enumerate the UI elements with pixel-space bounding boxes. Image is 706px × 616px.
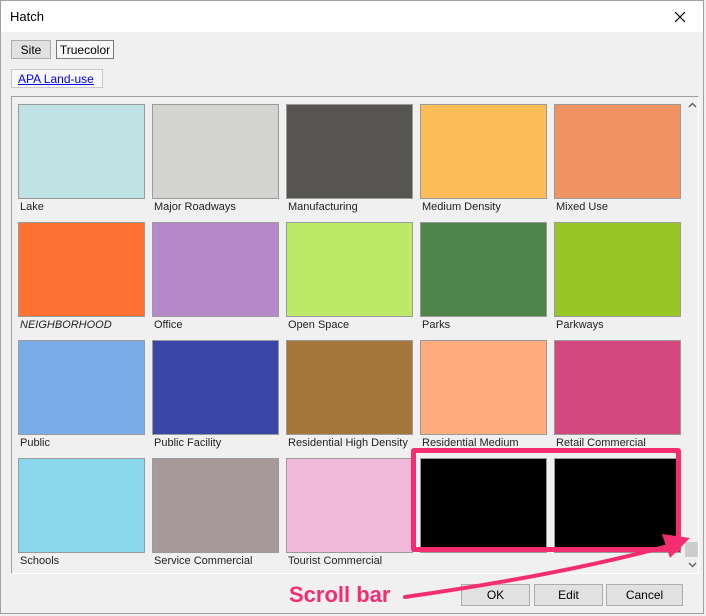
close-icon (674, 11, 686, 22)
swatch-cell[interactable]: Residential Medium (420, 340, 548, 455)
edit-button-label: Edit (558, 588, 579, 602)
swatch-cell[interactable]: Public (18, 340, 146, 455)
swatch-color[interactable] (420, 340, 547, 435)
swatch-color[interactable] (152, 340, 279, 435)
swatch-cell[interactable] (554, 458, 682, 573)
swatch-label: Parks (422, 319, 451, 331)
scroll-down-button[interactable] (684, 557, 698, 573)
chevron-up-icon (688, 102, 696, 108)
swatch-color[interactable] (554, 458, 681, 553)
swatch-color[interactable] (420, 458, 547, 553)
swatch-label: Lake (20, 201, 44, 213)
swatch-cell[interactable]: NEIGHBORHOOD (18, 222, 146, 337)
swatch-cell[interactable]: Medium Density (420, 104, 548, 219)
swatch-label: Residential High Density (288, 437, 408, 449)
tab-site[interactable]: Site (11, 40, 51, 59)
swatch-color[interactable] (18, 458, 145, 553)
swatch-label: Residential Medium (422, 437, 519, 449)
swatch-label: Mixed Use (556, 201, 608, 213)
swatch-color[interactable] (420, 222, 547, 317)
subtab-apa-land-use[interactable]: APA Land-use (11, 69, 103, 88)
window-title: Hatch (10, 9, 44, 24)
swatch-label: Medium Density (422, 201, 501, 213)
swatch-color[interactable] (18, 104, 145, 199)
swatch-cell[interactable]: Office (152, 222, 280, 337)
swatch-cell[interactable]: Service Commercial (152, 458, 280, 573)
tab-truecolor[interactable]: Truecolor (56, 40, 114, 59)
hatch-dialog: Hatch Site Truecolor APA Land-use Lake Ma… (0, 0, 704, 614)
swatch-color[interactable] (420, 104, 547, 199)
swatch-label: Retail Commercial (556, 437, 646, 449)
swatch-label: Open Space (288, 319, 350, 331)
annotation-label: Scroll bar (289, 582, 391, 607)
scroll-thumb[interactable] (685, 542, 698, 557)
swatch-label: Office (154, 319, 183, 331)
swatch-color[interactable] (286, 340, 413, 435)
swatch-color[interactable] (18, 222, 145, 317)
swatch-label: Schools (20, 555, 60, 567)
edit-button[interactable]: Edit (534, 584, 603, 606)
ok-button[interactable]: OK (461, 584, 530, 606)
swatch-panel: Lake Major Roadways Manufacturing Medium De… (11, 96, 699, 574)
swatch-label: Public (20, 437, 50, 449)
swatch-cell[interactable]: Schools (18, 458, 146, 573)
tab-truecolor-label: Truecolor (59, 42, 111, 57)
swatch-color[interactable] (554, 104, 681, 199)
swatch-color[interactable] (286, 104, 413, 199)
swatch-color[interactable] (152, 222, 279, 317)
swatch-color[interactable] (554, 340, 681, 435)
swatch-color[interactable] (286, 458, 413, 553)
swatch-label: NEIGHBORHOOD (20, 319, 112, 331)
vertical-scrollbar[interactable] (684, 97, 698, 573)
swatch-cell[interactable]: Public Facility (152, 340, 280, 455)
swatch-label: Parkways (556, 319, 604, 331)
swatch-label: Manufacturing (288, 201, 358, 213)
scroll-up-button[interactable] (684, 97, 698, 113)
title-bar: Hatch (1, 1, 703, 32)
tab-site-label: Site (20, 42, 42, 57)
close-button[interactable] (657, 1, 703, 32)
swatch-color[interactable] (554, 222, 681, 317)
swatch-cell[interactable]: Residential High Density (286, 340, 414, 455)
cancel-button-label: Cancel (625, 588, 664, 602)
swatch-color[interactable] (152, 458, 279, 553)
cancel-button[interactable]: Cancel (606, 584, 683, 606)
swatch-cell[interactable] (420, 458, 548, 573)
swatch-label: Major Roadways (154, 201, 236, 213)
swatch-color[interactable] (18, 340, 145, 435)
swatch-cell[interactable]: Mixed Use (554, 104, 682, 219)
swatch-cell[interactable]: Tourist Commercial (286, 458, 414, 573)
swatch-label: Service Commercial (154, 555, 253, 567)
swatch-cell[interactable]: Lake (18, 104, 146, 219)
swatch-cell[interactable]: Parkways (554, 222, 682, 337)
swatch-cell[interactable]: Retail Commercial (554, 340, 682, 455)
swatch-cell[interactable]: Major Roadways (152, 104, 280, 219)
swatch-label: Tourist Commercial (288, 555, 383, 567)
swatch-color[interactable] (286, 222, 413, 317)
swatch-cell[interactable]: Open Space (286, 222, 414, 337)
swatch-cell[interactable]: Manufacturing (286, 104, 414, 219)
ok-button-label: OK (486, 588, 505, 602)
swatch-cell[interactable]: Parks (420, 222, 548, 337)
swatch-color[interactable] (152, 104, 279, 199)
swatch-label: Public Facility (154, 437, 222, 449)
subtab-apa-land-use-label: APA Land-use (18, 71, 94, 86)
chevron-down-icon (688, 562, 696, 568)
